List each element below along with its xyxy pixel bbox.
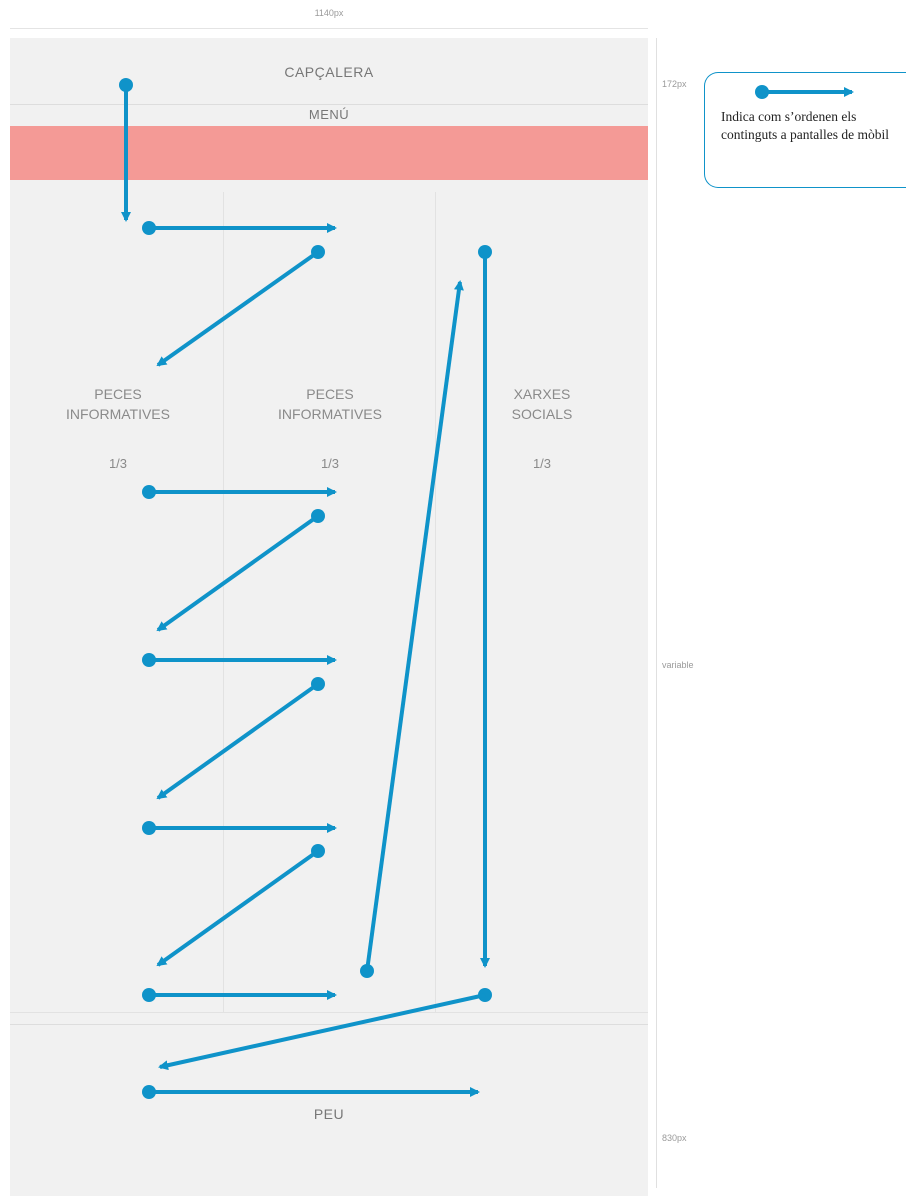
order-arrow [156, 682, 320, 800]
order-arrow [365, 280, 464, 972]
order-arrow [156, 849, 320, 967]
ordering-arrows [119, 78, 854, 1099]
order-arrow [158, 993, 486, 1071]
order-arrow [156, 250, 320, 367]
order-arrow [156, 514, 320, 632]
